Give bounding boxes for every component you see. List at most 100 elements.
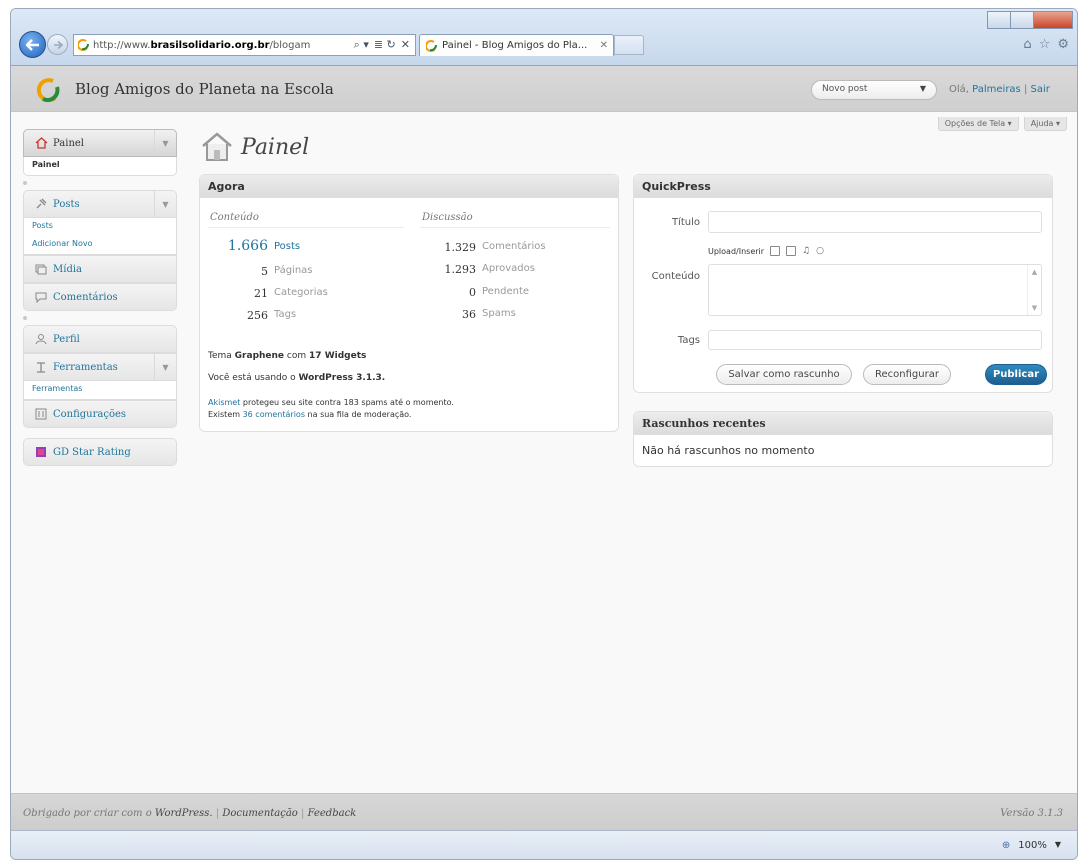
menu-tools-label: Ferramentas [53, 361, 118, 373]
widget-title[interactable]: Agora [200, 175, 618, 198]
new-post-dropdown[interactable]: Novo post ▼ [811, 80, 937, 100]
stat-label[interactable]: Categorias [274, 287, 328, 298]
menu-tools[interactable]: Ferramentas ▼ [23, 353, 177, 381]
logout-link[interactable]: Sair [1031, 84, 1050, 95]
add-video-icon[interactable] [786, 246, 797, 256]
separator: | [215, 808, 220, 819]
stat-approved[interactable]: 1.293 Aprovados [408, 263, 608, 283]
browser-tab[interactable]: Painel - Blog Amigos do Pla... ✕ [419, 34, 614, 56]
submenu-item-tools[interactable]: Ferramentas [24, 381, 176, 399]
submenu-item-painel[interactable]: Painel [24, 157, 176, 175]
stat-label[interactable]: Aprovados [482, 263, 535, 274]
add-media-icon[interactable]: ○ [816, 246, 824, 256]
text: protegeu seu site contra 183 spams até o… [242, 398, 454, 407]
stat-label[interactable]: Posts [274, 241, 300, 252]
stop-icon[interactable]: ✕ [401, 38, 410, 52]
admin-header: Blog Amigos do Planeta na Escola Novo po… [11, 66, 1077, 112]
separator: | [301, 808, 305, 819]
house-icon [34, 136, 48, 150]
footer-thanks: Obrigado por criar com o [23, 808, 152, 819]
save-draft-button[interactable]: Salvar como rascunho [716, 364, 852, 385]
chevron-down-icon[interactable]: ▼ [1055, 840, 1061, 851]
add-image-icon[interactable] [770, 246, 781, 256]
forward-button[interactable] [47, 34, 68, 55]
wordpress-link[interactable]: WordPress. [155, 808, 213, 819]
stat-pending[interactable]: 0 Pendente [408, 286, 608, 306]
refresh-icon[interactable]: ≣ ↻ [374, 38, 396, 52]
stat-spam[interactable]: 36 Spams [408, 308, 608, 328]
stat-number[interactable]: 5 [261, 265, 268, 278]
add-audio-icon[interactable]: ♫ [802, 246, 810, 256]
stat-number[interactable]: 36 [462, 308, 476, 321]
stat-number[interactable]: 1.293 [445, 263, 477, 276]
menu-comments[interactable]: Comentários [23, 283, 177, 311]
new-tab-button[interactable] [614, 35, 644, 55]
username-link[interactable]: Palmeiras [972, 84, 1021, 95]
stat-label[interactable]: Tags [274, 309, 296, 320]
menu-comments-label: Comentários [53, 291, 118, 303]
stat-comments[interactable]: 1.329 Comentários [408, 241, 608, 261]
stat-number[interactable]: 256 [247, 309, 268, 322]
tools-icon [34, 360, 48, 374]
stat-number[interactable]: 21 [254, 287, 268, 300]
greeting-text: Olá, [949, 84, 969, 95]
reset-button[interactable]: Reconfigurar [863, 364, 951, 385]
menu-media[interactable]: Mídia [23, 255, 177, 283]
pending-comments-link[interactable]: 36 comentários [243, 410, 305, 419]
stat-number[interactable]: 0 [469, 286, 476, 299]
widget-title[interactable]: QuickPress [634, 175, 1052, 198]
akismet-link[interactable]: Akismet [208, 398, 240, 407]
menu-dashboard[interactable]: Painel ▼ [23, 129, 177, 157]
recent-drafts-widget: Rascunhos recentes Não há rascunhos no m… [633, 411, 1053, 467]
menu-settings[interactable]: Configurações [23, 400, 177, 428]
content-textarea[interactable]: ▲ ▼ [708, 264, 1042, 316]
search-icon[interactable]: ⌕ ▾ [354, 38, 369, 52]
menu-toggle-icon[interactable]: ▼ [154, 354, 176, 380]
address-bar[interactable]: http://www. brasilsolidario.org.br /blog… [73, 34, 416, 56]
browser-window: http://www. brasilsolidario.org.br /blog… [10, 8, 1078, 860]
minimize-button[interactable] [987, 11, 1011, 29]
scrollbar[interactable]: ▲ ▼ [1027, 265, 1041, 315]
stat-number[interactable]: 1.329 [445, 241, 477, 254]
home-icon[interactable]: ⌂ [1023, 37, 1031, 52]
stat-pages[interactable]: 5 Páginas [200, 265, 400, 285]
admin-footer: Obrigado por criar com o WordPress. | Do… [11, 793, 1077, 830]
feedback-link[interactable]: Feedback [308, 808, 357, 819]
tags-input[interactable] [708, 330, 1042, 350]
menu-toggle-icon[interactable]: ▼ [154, 191, 176, 217]
stat-categories[interactable]: 21 Categorias [200, 287, 400, 307]
back-button[interactable] [19, 31, 46, 58]
stat-tags[interactable]: 256 Tags [200, 309, 400, 329]
menu-posts[interactable]: Posts ▼ [23, 190, 177, 218]
stat-label[interactable]: Pendente [482, 286, 529, 297]
tab-close-icon[interactable]: ✕ [600, 40, 613, 51]
close-window-button[interactable] [1033, 11, 1073, 29]
site-title[interactable]: Blog Amigos do Planeta na Escola [75, 80, 334, 98]
zoom-control[interactable]: ⊕ 100% ▼ [1002, 840, 1061, 851]
screen-options-button[interactable]: Opções de Tela ▾ [937, 117, 1019, 131]
stat-label[interactable]: Comentários [482, 241, 546, 252]
text: na sua fila de moderação. [307, 410, 412, 419]
star-icon[interactable]: ☆ [1039, 37, 1051, 52]
menu-gd-star-rating[interactable]: GD Star Rating [23, 438, 177, 466]
stat-number[interactable]: 1.666 [228, 238, 268, 254]
title-input[interactable] [708, 211, 1042, 233]
chevron-down-icon: ▼ [919, 84, 926, 93]
footer-credits: Obrigado por criar com o WordPress. | Do… [23, 808, 356, 819]
menu-toggle-icon[interactable]: ▼ [154, 130, 176, 156]
stat-label[interactable]: Páginas [274, 265, 313, 276]
stat-posts[interactable]: 1.666 Posts [200, 238, 400, 261]
gear-icon[interactable]: ⚙ [1057, 37, 1069, 52]
maximize-button[interactable] [1010, 11, 1034, 29]
documentation-link[interactable]: Documentação [222, 808, 297, 819]
arrow-right-icon [53, 40, 63, 49]
menu-profile[interactable]: Perfil [23, 325, 177, 353]
submenu-item-posts[interactable]: Posts [24, 218, 176, 236]
submenu-dashboard: Painel [23, 157, 177, 176]
pushpin-icon [34, 197, 48, 211]
stat-label[interactable]: Spams [482, 308, 516, 319]
submenu-item-add-new[interactable]: Adicionar Novo [24, 236, 176, 254]
publish-button[interactable]: Publicar [985, 364, 1047, 385]
help-button[interactable]: Ajuda ▾ [1023, 117, 1067, 131]
widget-title[interactable]: Rascunhos recentes [634, 412, 1052, 435]
